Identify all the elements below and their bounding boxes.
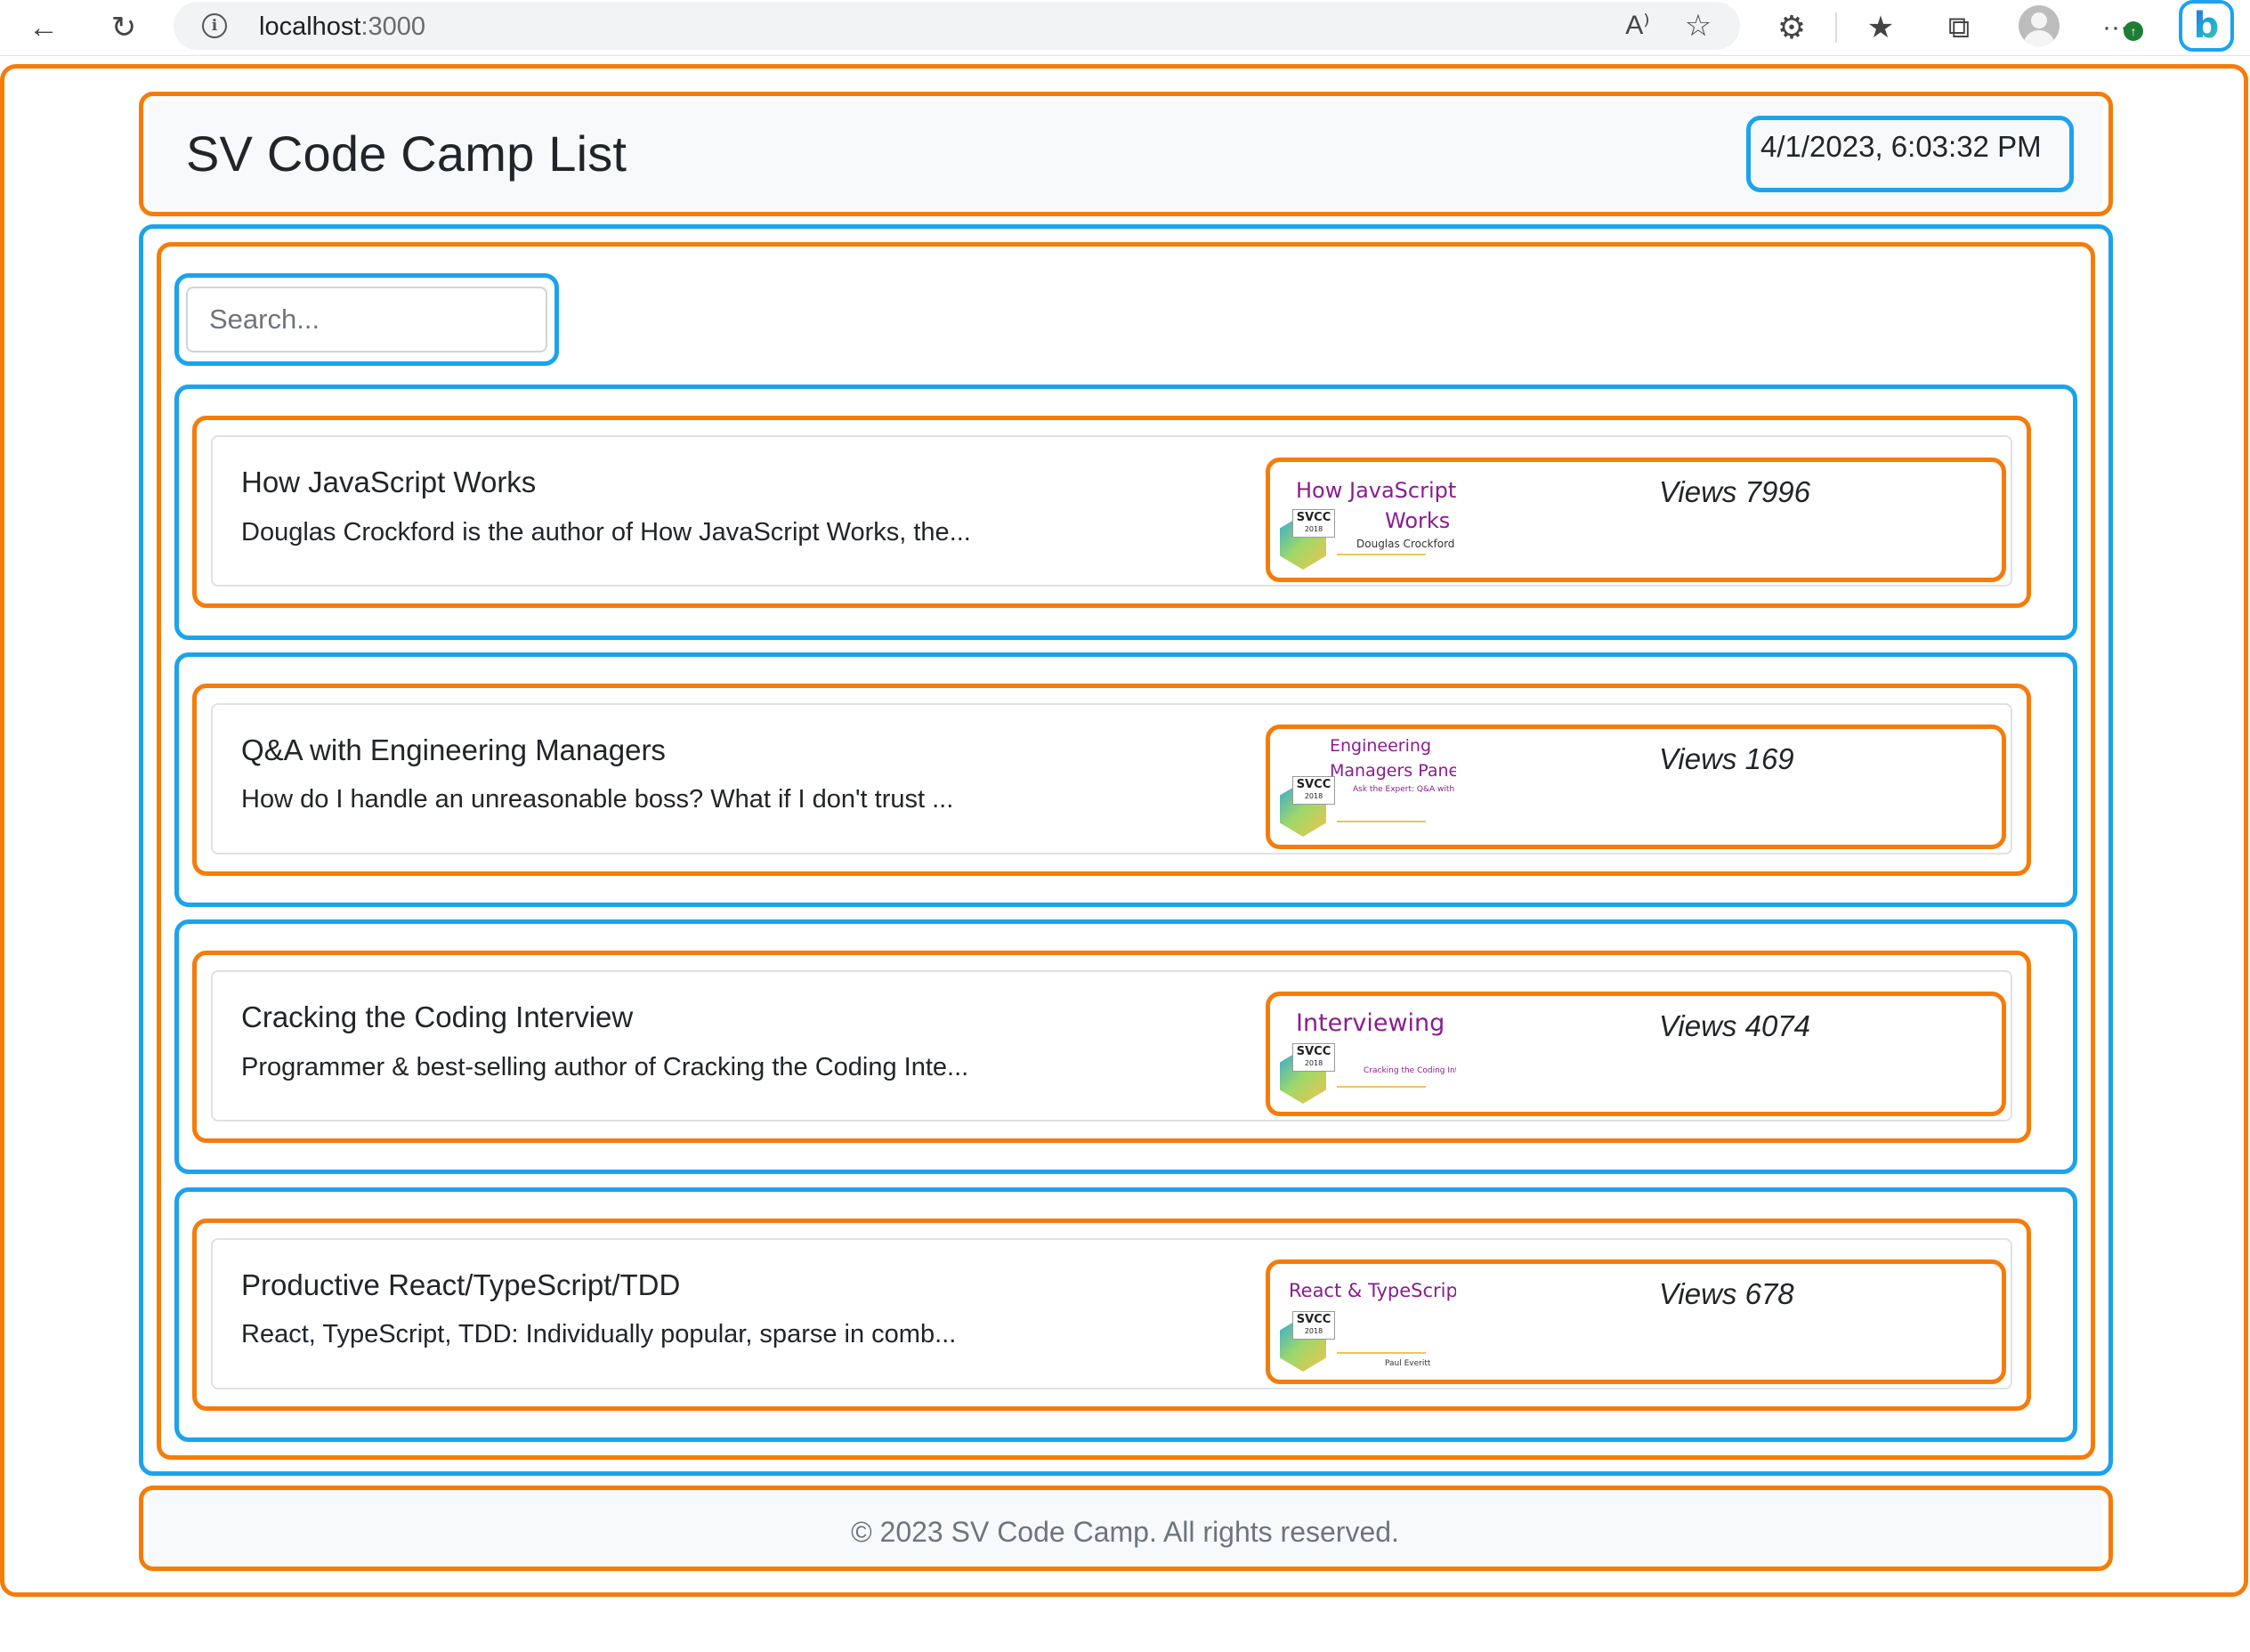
- session-thumbnail: How JavaScript Works SVCC 2018 Douglas Cr…: [1278, 466, 1456, 575]
- session-description: React, TypeScript, TDD: Individually pop…: [241, 1320, 957, 1348]
- url-text[interactable]: localhost:3000: [259, 12, 425, 42]
- session-description: Programmer & best-selling author of Crac…: [241, 1053, 969, 1081]
- toolbar-divider: [1835, 12, 1837, 43]
- browser-toolbar: ← ↻ i localhost:3000 A⁾ ☆ ⚙ ★ ⧉ ··· ↑ b: [0, 0, 2250, 56]
- page-title: SV Code Camp List: [186, 126, 627, 182]
- session-title[interactable]: Cracking the Coding Interview: [241, 1000, 633, 1034]
- update-badge-icon: ↑: [2124, 21, 2143, 41]
- back-arrow-icon[interactable]: ←: [21, 5, 66, 50]
- add-favorite-icon[interactable]: ☆: [1676, 4, 1720, 48]
- session-title[interactable]: How JavaScript Works: [241, 466, 536, 499]
- session-views: Views 678: [1659, 1277, 1794, 1310]
- footer-copyright: © 2023 SV Code Camp. All rights reserved…: [851, 1516, 1399, 1548]
- session-description: Douglas Crockford is the author of How J…: [241, 518, 971, 547]
- search-input[interactable]: [186, 287, 547, 352]
- favorites-icon[interactable]: ★: [1858, 5, 1903, 50]
- session-views: Views 7996: [1659, 475, 1811, 508]
- bing-icon[interactable]: b: [2179, 0, 2234, 52]
- session-thumbnail: Engineering Managers Panel SVCC 2018 Ask …: [1278, 733, 1456, 842]
- session-title[interactable]: Productive React/TypeScript/TDD: [241, 1268, 680, 1302]
- collections-icon[interactable]: ⧉: [1937, 5, 1981, 50]
- info-icon[interactable]: i: [202, 13, 227, 38]
- address-bar[interactable]: i localhost:3000 A⁾ ☆: [174, 2, 1740, 50]
- session-thumbnail: React & TypeScript SVCC 2018 Paul Everitt: [1278, 1268, 1456, 1377]
- refresh-icon[interactable]: ↻: [101, 5, 146, 50]
- extensions-icon[interactable]: ⚙: [1769, 5, 1814, 50]
- current-datetime: 4/1/2023, 6:03:32 PM: [1760, 130, 2042, 163]
- session-title[interactable]: Q&A with Engineering Managers: [241, 733, 666, 767]
- session-thumbnail: Interviewing SVCC 2018 Cracking the Codin…: [1278, 1000, 1456, 1109]
- profile-icon[interactable]: [2019, 5, 2060, 46]
- session-views: Views 169: [1659, 742, 1794, 775]
- session-views: Views 4074: [1659, 1009, 1811, 1042]
- read-aloud-icon[interactable]: A⁾: [1615, 4, 1660, 48]
- session-description: How do I handle an unreasonable boss? Wh…: [241, 785, 954, 814]
